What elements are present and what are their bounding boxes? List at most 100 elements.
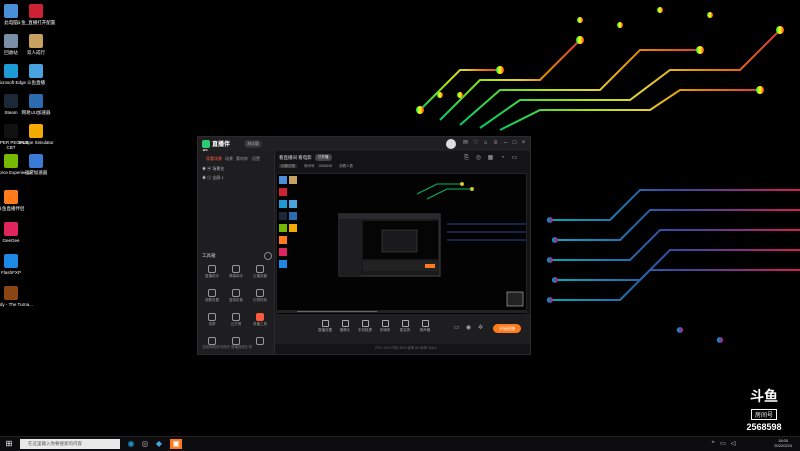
shortcut-icon — [29, 94, 43, 108]
tool-icon — [208, 337, 216, 345]
tool-label: 录屏 — [208, 322, 216, 326]
toolbox-item[interactable]: 云播放器 — [250, 265, 270, 279]
desktop-shortcut[interactable]: Escape Simulator — [14, 124, 58, 145]
desktop-shortcut[interactable]: 双人成行 — [14, 34, 58, 55]
taskbar-search-input[interactable]: 在这里输入你要搜索的内容 — [20, 439, 120, 449]
perf-stats: CPU 12% 内存 45% 帧率 60 码率 0kb/s — [375, 346, 437, 350]
shortcut-icon — [29, 64, 43, 78]
edge-icon[interactable]: ◉ — [126, 439, 136, 449]
tab-settings[interactable]: 设置 — [252, 156, 260, 162]
toolbox-item[interactable]: 录播工具 — [250, 313, 270, 327]
toolbox-item[interactable]: 云打榜 — [226, 313, 246, 327]
network-icon[interactable]: ▭ — [718, 439, 728, 449]
toolbar-button[interactable]: 直播设置 — [317, 320, 333, 333]
window-titlebar[interactable]: 直播伴侣 测试版 ✉ ♡ ⌂ ≡ – □ × — [198, 137, 530, 157]
layout-icon[interactable]: ▦ — [487, 155, 494, 162]
douyu-icon[interactable]: ◆ — [154, 439, 164, 449]
shortcut-icon — [4, 190, 18, 204]
desktop-shortcut[interactable]: 斗鱼直播伴侣 — [0, 190, 33, 211]
toolbox-item[interactable]: 直播助手 — [202, 265, 222, 279]
tab-library[interactable]: 素材库 — [236, 156, 248, 162]
close-icon[interactable]: × — [520, 140, 527, 147]
logo-icon — [202, 140, 210, 149]
shortcut-icon — [29, 4, 43, 18]
steam-icon[interactable]: ◎ — [140, 439, 150, 449]
toolbar-button[interactable]: 手机投屏 — [357, 320, 373, 333]
toolbox-settings-icon[interactable] — [264, 252, 272, 260]
toolbar-button-icon — [341, 320, 349, 327]
volume-icon[interactable]: ◁ — [728, 439, 738, 449]
scene-item[interactable]: ◉ ▤ 全屏 1 — [202, 175, 224, 181]
scene-label: 全屏 1 — [212, 175, 224, 180]
toolbox-item[interactable]: 弹幕助手 — [226, 265, 246, 279]
desktop-shortcut[interactable]: 斗鱼_直播打开配置 — [14, 4, 58, 25]
desktop-shortcut[interactable]: 斗鱼直播 — [14, 64, 58, 85]
minimize-icon[interactable]: – — [502, 140, 509, 147]
toolbar-button-label: 手机投屏 — [358, 328, 372, 332]
shortcut-label: 网易UU加速器 — [21, 110, 51, 115]
maximize-icon[interactable]: □ — [511, 140, 518, 147]
room-title[interactable]: 看直播间 看电影 — [279, 155, 312, 161]
main-area: 看直播间 看电影 已开播 切换分类 房间号 2568598 观看人数 ⎘ ◎ ▦… — [275, 151, 530, 354]
desktop-shortcut[interactable]: 迅游加速器 — [14, 154, 58, 175]
streaming-app-taskbar-icon[interactable]: ▣ — [170, 439, 182, 449]
tool-icon — [256, 265, 264, 273]
toolbar-button[interactable]: 麦克风 — [397, 320, 413, 333]
watermark-room-number: 2568598 — [746, 422, 782, 432]
toolbox-item[interactable] — [250, 337, 270, 346]
category-select[interactable]: 切换分类 — [279, 164, 297, 168]
shortcut-label: 双人成行 — [27, 50, 45, 55]
stream-preview[interactable] — [276, 173, 527, 316]
bell-icon[interactable]: ◔ — [499, 155, 506, 162]
toolbox-item[interactable]: 录屏 — [202, 313, 222, 327]
record-icon[interactable]: ◎ — [475, 155, 482, 162]
tab-scene-view[interactable]: 观看场景 — [206, 156, 222, 162]
toolbar-button-label: 直播设置 — [318, 328, 332, 332]
gear-icon[interactable]: ✲ — [477, 325, 484, 332]
toolbox-title: 工具箱 — [202, 253, 216, 258]
version-badge[interactable]: 测试版 — [244, 140, 262, 148]
scene-item[interactable]: ◉ ▣ 场景名 — [202, 166, 224, 172]
shortcut-icon — [29, 34, 43, 48]
desktop-shortcut[interactable]: FlashFXP — [0, 254, 33, 275]
toolbar-button-label: 麦克风 — [399, 328, 411, 332]
start-live-button[interactable]: 开始直播 — [493, 324, 521, 333]
settings-icon[interactable]: ≡ — [492, 140, 499, 147]
desktop-shortcut[interactable]: GeeGee — [0, 222, 33, 243]
clock[interactable]: 18:00 2022/2/24 — [774, 438, 792, 448]
share-icon[interactable]: ⎘ — [463, 155, 470, 162]
preview-screen-capture — [277, 174, 526, 315]
scene-label: 场景名 — [212, 166, 225, 171]
avatar[interactable] — [446, 139, 456, 149]
tab-scene[interactable]: 场景 — [225, 156, 233, 162]
shortcut-icon — [4, 286, 18, 300]
toolbar-button[interactable]: 多媒体 — [377, 320, 393, 333]
toolbar-button-icon — [361, 320, 369, 327]
toolbar-button-label: 扬声器 — [419, 328, 431, 332]
toolbox-item[interactable]: 观看设置 — [202, 289, 222, 303]
shirt-icon[interactable]: ⌂ — [482, 140, 489, 147]
desktop-shortcut[interactable]: 网易UU加速器 — [14, 94, 58, 115]
chat-icon[interactable]: ▭ — [511, 155, 518, 162]
toolbox-item[interactable]: 礼物特效 — [250, 289, 270, 303]
tray-chevron-icon[interactable]: ^ — [708, 439, 718, 449]
desktop-shortcut[interactable]: Nobody - The Turna... — [0, 286, 33, 307]
shortcut-icon — [29, 154, 43, 168]
windows-start-icon[interactable]: ⊞ — [4, 439, 14, 449]
toolbar-button-icon — [401, 320, 409, 327]
toolbar-button[interactable]: 摄像头 — [337, 320, 353, 333]
tool-icon — [256, 313, 264, 321]
shortcut-label: 斗鱼_直播打开配置 — [16, 20, 56, 25]
tool-label: 直播助手 — [205, 274, 219, 278]
camera-icon[interactable]: ▭ — [453, 325, 460, 332]
gift-icon[interactable]: ♡ — [472, 140, 479, 147]
toolbox-item[interactable]: 虚拟形象 — [226, 289, 246, 303]
eye-icon[interactable]: ◉ — [465, 325, 472, 332]
shortcut-label: Escape Simulator — [18, 140, 54, 145]
message-icon[interactable]: ✉ — [462, 140, 469, 147]
taskbar: ⊞ 在这里输入你要搜索的内容 ◉ ◎ ◆ ▣ ^ ▭ ◁ 18:00 2022/… — [0, 436, 800, 451]
status-bar: CPU 12% 内存 45% 帧率 60 码率 0kb/s — [275, 344, 530, 354]
toolbar-button[interactable]: 扬声器 — [417, 320, 433, 333]
left-panel: 观看场景 场景 素材库 设置 ◉ ▣ 场景名 ◉ ▤ 全屏 1 工具箱 直播助手… — [198, 151, 275, 354]
tool-icon — [232, 313, 240, 321]
